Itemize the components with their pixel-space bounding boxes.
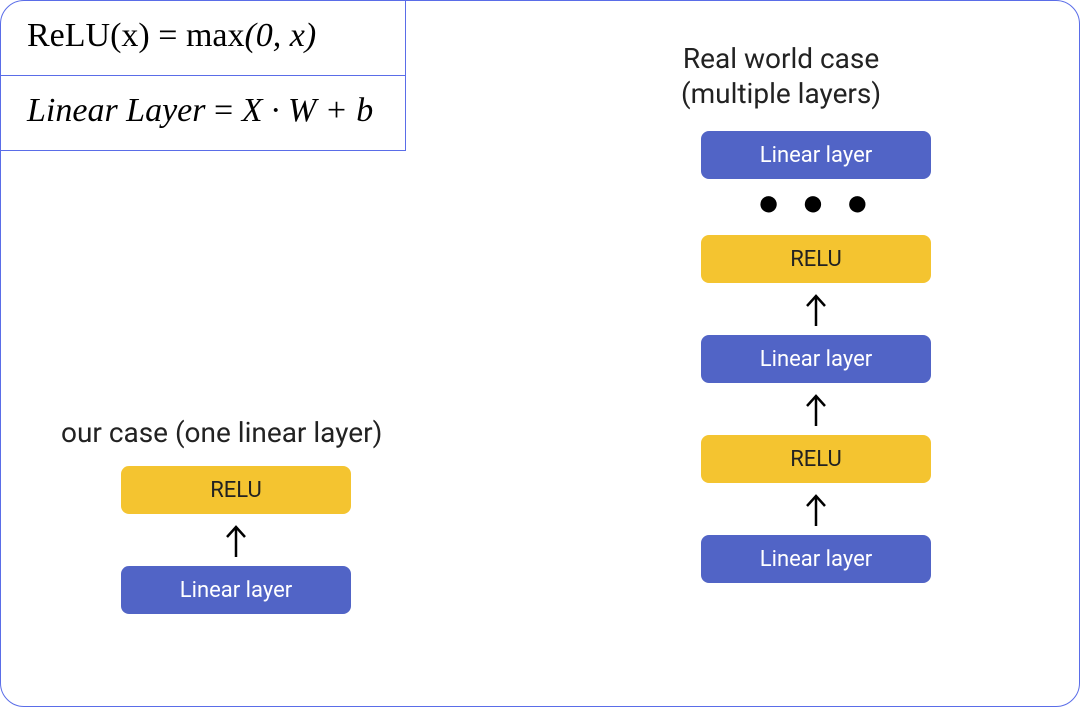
linear-layer-block: Linear layer <box>701 535 931 583</box>
arrow-up-icon <box>223 520 249 560</box>
right-network-stack: Linear layer RELU Linear layer RELU ● ● … <box>701 131 931 583</box>
formula-linear: Linear Layer = X · W + b <box>1 76 405 150</box>
relu-block: RELU <box>121 466 351 514</box>
formula-table: ReLU(x) = max(0, x) Linear Layer = X · W… <box>1 1 406 151</box>
relu-block: RELU <box>701 235 931 283</box>
arrow-up-icon <box>803 389 829 429</box>
formula-relu-args: (0, x) <box>244 17 316 54</box>
arrow-up-icon <box>803 289 829 329</box>
formula-linear-lhs: Linear Layer <box>27 92 206 129</box>
formula-relu-op: max <box>186 17 245 54</box>
linear-layer-block: Linear layer <box>121 566 351 614</box>
caption-real-world-line2: (multiple layers) <box>681 77 881 110</box>
formula-linear-rhs: X · W + b <box>242 92 374 129</box>
caption-real-world: Real world case (multiple layers) <box>681 41 881 111</box>
caption-real-world-line1: Real world case <box>683 42 879 75</box>
relu-block: RELU <box>701 435 931 483</box>
left-network-stack: Linear layer RELU <box>121 466 351 614</box>
linear-layer-block: Linear layer <box>701 131 931 179</box>
ellipsis-dots: ● ● ● <box>757 187 875 225</box>
formula-relu-lhs: ReLU(x) <box>27 17 150 54</box>
caption-our-case: our case (one linear layer) <box>61 416 382 449</box>
linear-layer-block: Linear layer <box>701 335 931 383</box>
formula-relu: ReLU(x) = max(0, x) <box>1 1 405 76</box>
diagram-frame: ReLU(x) = max(0, x) Linear Layer = X · W… <box>0 0 1080 707</box>
arrow-up-icon <box>803 489 829 529</box>
